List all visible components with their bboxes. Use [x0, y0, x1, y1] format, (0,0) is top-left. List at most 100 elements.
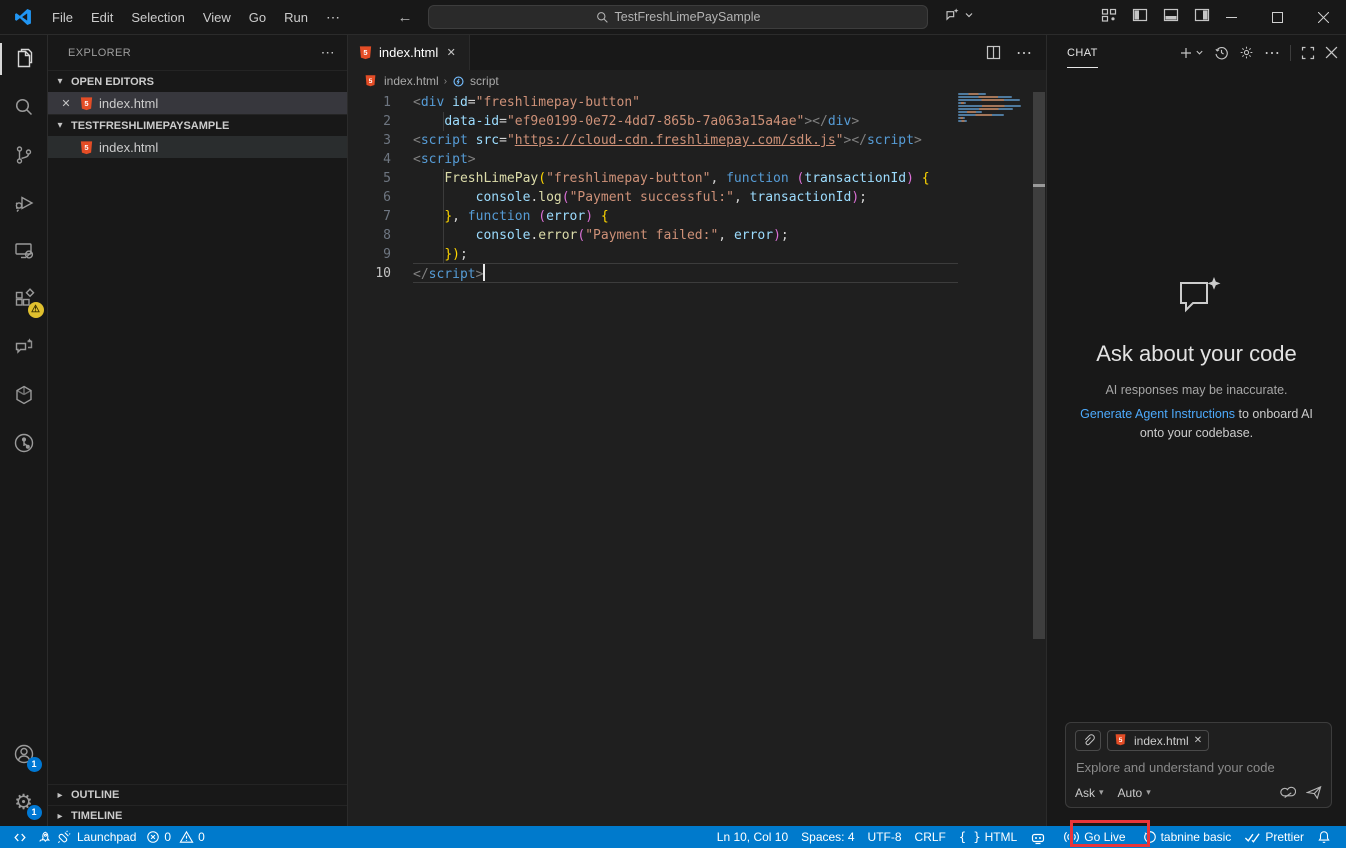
- tabnine-item[interactable]: tabnine basic: [1138, 826, 1237, 848]
- html-file-icon: 5: [364, 74, 379, 89]
- chevron-down-icon: ▾: [52, 76, 68, 87]
- toggle-primary-sidebar-icon[interactable]: [1131, 6, 1149, 24]
- accounts-icon[interactable]: 1: [0, 730, 48, 778]
- menu-file[interactable]: File: [43, 6, 82, 29]
- outline-section[interactable]: ▸ OUTLINE: [48, 784, 347, 805]
- model-picker-dropdown[interactable]: Auto▾: [1118, 786, 1151, 800]
- explorer-title: EXPLORER: [68, 47, 131, 59]
- code-line[interactable]: 1<div id="freshlimepay-button": [348, 93, 1046, 112]
- attach-context-button[interactable]: [1075, 730, 1101, 751]
- code-line[interactable]: 7 }, function (error) {: [348, 207, 1046, 226]
- code-line[interactable]: 5 FreshLimePay("freshlimepay-button", fu…: [348, 169, 1046, 188]
- code-line[interactable]: 10</script>: [348, 264, 1046, 283]
- chat-input-placeholder[interactable]: Explore and understand your code: [1076, 760, 1322, 775]
- chat-more-actions-icon[interactable]: ⋯: [1264, 43, 1280, 63]
- open-editors-section[interactable]: ▾ OPEN EDITORS: [48, 70, 347, 92]
- launchpad-item[interactable]: Launchpad: [32, 826, 141, 848]
- code-line[interactable]: 9 });: [348, 245, 1046, 264]
- chat-icon[interactable]: [0, 323, 48, 371]
- remove-chip-icon[interactable]: ✕: [1194, 735, 1202, 746]
- open-editor-item-indexhtml[interactable]: ✕ 5 index.html: [48, 92, 347, 114]
- extensions-icon[interactable]: ⚠: [0, 275, 48, 323]
- settings-gear-icon[interactable]: ⚙ 1: [0, 778, 48, 826]
- split-editor-icon[interactable]: [985, 44, 1002, 61]
- context-chip-indexhtml[interactable]: 5 index.html ✕: [1107, 730, 1209, 751]
- breadcrumb-file[interactable]: index.html: [384, 74, 439, 88]
- problems-item[interactable]: 0 0: [141, 826, 209, 848]
- remote-indicator[interactable]: [8, 826, 32, 848]
- run-debug-icon[interactable]: [0, 179, 48, 227]
- chat-mode-dropdown[interactable]: Ask▾: [1075, 786, 1104, 800]
- notifications-bell-icon[interactable]: [1312, 826, 1336, 848]
- maximize-panel-icon[interactable]: [1301, 46, 1315, 60]
- go-live-item[interactable]: Go Live: [1054, 826, 1134, 848]
- menu-overflow-icon[interactable]: ⋯: [317, 9, 349, 26]
- code-editor[interactable]: 1<div id="freshlimepay-button"2 data-id=…: [348, 92, 1046, 826]
- close-tab-icon[interactable]: ✕: [444, 46, 458, 59]
- menu-edit[interactable]: Edit: [82, 6, 122, 29]
- line-number: 5: [348, 169, 413, 188]
- source-control-icon[interactable]: [0, 131, 48, 179]
- minimap[interactable]: [958, 93, 1032, 123]
- paperclip-icon: [1082, 734, 1095, 747]
- line-number: 6: [348, 188, 413, 207]
- tree-item-indexhtml[interactable]: 5 index.html: [48, 136, 347, 158]
- tab-chat[interactable]: CHAT: [1067, 38, 1098, 68]
- navigate-back-icon[interactable]: ←: [397, 9, 413, 26]
- generate-agent-instructions-link[interactable]: Generate Agent Instructions: [1080, 407, 1235, 421]
- send-icon[interactable]: [1306, 785, 1322, 800]
- voice-chat-icon[interactable]: [1279, 785, 1296, 800]
- explorer-icon[interactable]: [0, 35, 48, 83]
- editor-scrollbar[interactable]: [1032, 92, 1046, 826]
- minimize-button[interactable]: [1208, 0, 1254, 35]
- menu-selection[interactable]: Selection: [122, 6, 193, 29]
- code-line[interactable]: 8 console.error("Payment failed:", error…: [348, 226, 1046, 245]
- scrollbar-slider[interactable]: [1033, 92, 1045, 639]
- encoding-item[interactable]: UTF-8: [863, 826, 907, 848]
- chat-settings-gear-icon[interactable]: [1239, 45, 1254, 60]
- remote-explorer-icon[interactable]: [0, 227, 48, 275]
- code-line[interactable]: 4<script>: [348, 150, 1046, 169]
- cursor-position-item[interactable]: Ln 10, Col 10: [712, 826, 793, 848]
- code-line[interactable]: 3<script src="https://cloud-cdn.freshlim…: [348, 131, 1046, 150]
- error-count: 0: [164, 830, 171, 844]
- indentation-item[interactable]: Spaces: 4: [796, 826, 859, 848]
- command-center-search[interactable]: TestFreshLimePaySample: [428, 5, 928, 29]
- code-line[interactable]: 2 data-id="ef9e0199-0e72-4dd7-865b-7a063…: [348, 112, 1046, 131]
- maximize-button[interactable]: [1254, 0, 1300, 35]
- prettier-item[interactable]: Prettier: [1239, 826, 1309, 848]
- eol-item[interactable]: CRLF: [910, 826, 951, 848]
- copilot-status-item[interactable]: [1025, 826, 1051, 848]
- chat-disclaimer: AI responses may be inaccurate.: [1067, 383, 1326, 397]
- editor-more-actions-icon[interactable]: ⋯: [1016, 43, 1032, 63]
- tab-bar: 5 index.html ✕ ⋯: [348, 35, 1046, 70]
- menu-run[interactable]: Run: [275, 6, 317, 29]
- chat-input-box[interactable]: 5 index.html ✕ Explore and understand yo…: [1065, 722, 1332, 808]
- explorer-more-actions-icon[interactable]: ⋯: [321, 44, 335, 61]
- close-window-button[interactable]: [1300, 0, 1346, 35]
- chat-history-icon[interactable]: [1214, 45, 1229, 60]
- container-tools-icon[interactable]: [0, 371, 48, 419]
- new-chat-button[interactable]: [1179, 46, 1204, 60]
- customize-layout-icon[interactable]: [1100, 6, 1118, 24]
- search-sidebar-icon[interactable]: [0, 83, 48, 131]
- code-line[interactable]: 6 console.log("Payment successful:", tra…: [348, 188, 1046, 207]
- svg-text:5: 5: [84, 143, 88, 152]
- folder-section-header[interactable]: ▾ TESTFRESHLIMEPAYSAMPLE: [48, 114, 347, 136]
- status-bar: Launchpad 0 0 Ln 10, Col 10 Spaces: 4 UT…: [0, 826, 1346, 848]
- chat-panel: CHAT ⋯ Ask about y: [1046, 35, 1346, 826]
- tab-indexhtml[interactable]: 5 index.html ✕: [348, 35, 470, 70]
- chevron-down-icon: ▾: [1146, 787, 1151, 798]
- close-panel-icon[interactable]: [1325, 46, 1338, 59]
- timeline-section[interactable]: ▸ TIMELINE: [48, 805, 347, 826]
- errors-icon: [146, 830, 160, 844]
- copilot-menu-button[interactable]: [942, 5, 974, 25]
- language-mode-item[interactable]: { } HTML: [954, 826, 1022, 848]
- commit-graph-icon[interactable]: [0, 419, 48, 467]
- close-editor-icon[interactable]: ✕: [58, 97, 74, 110]
- menu-view[interactable]: View: [194, 6, 240, 29]
- toggle-panel-icon[interactable]: [1162, 6, 1180, 24]
- breadcrumb: 5 index.html › script: [348, 70, 1046, 92]
- menu-go[interactable]: Go: [240, 6, 275, 29]
- breadcrumb-symbol[interactable]: script: [470, 74, 499, 88]
